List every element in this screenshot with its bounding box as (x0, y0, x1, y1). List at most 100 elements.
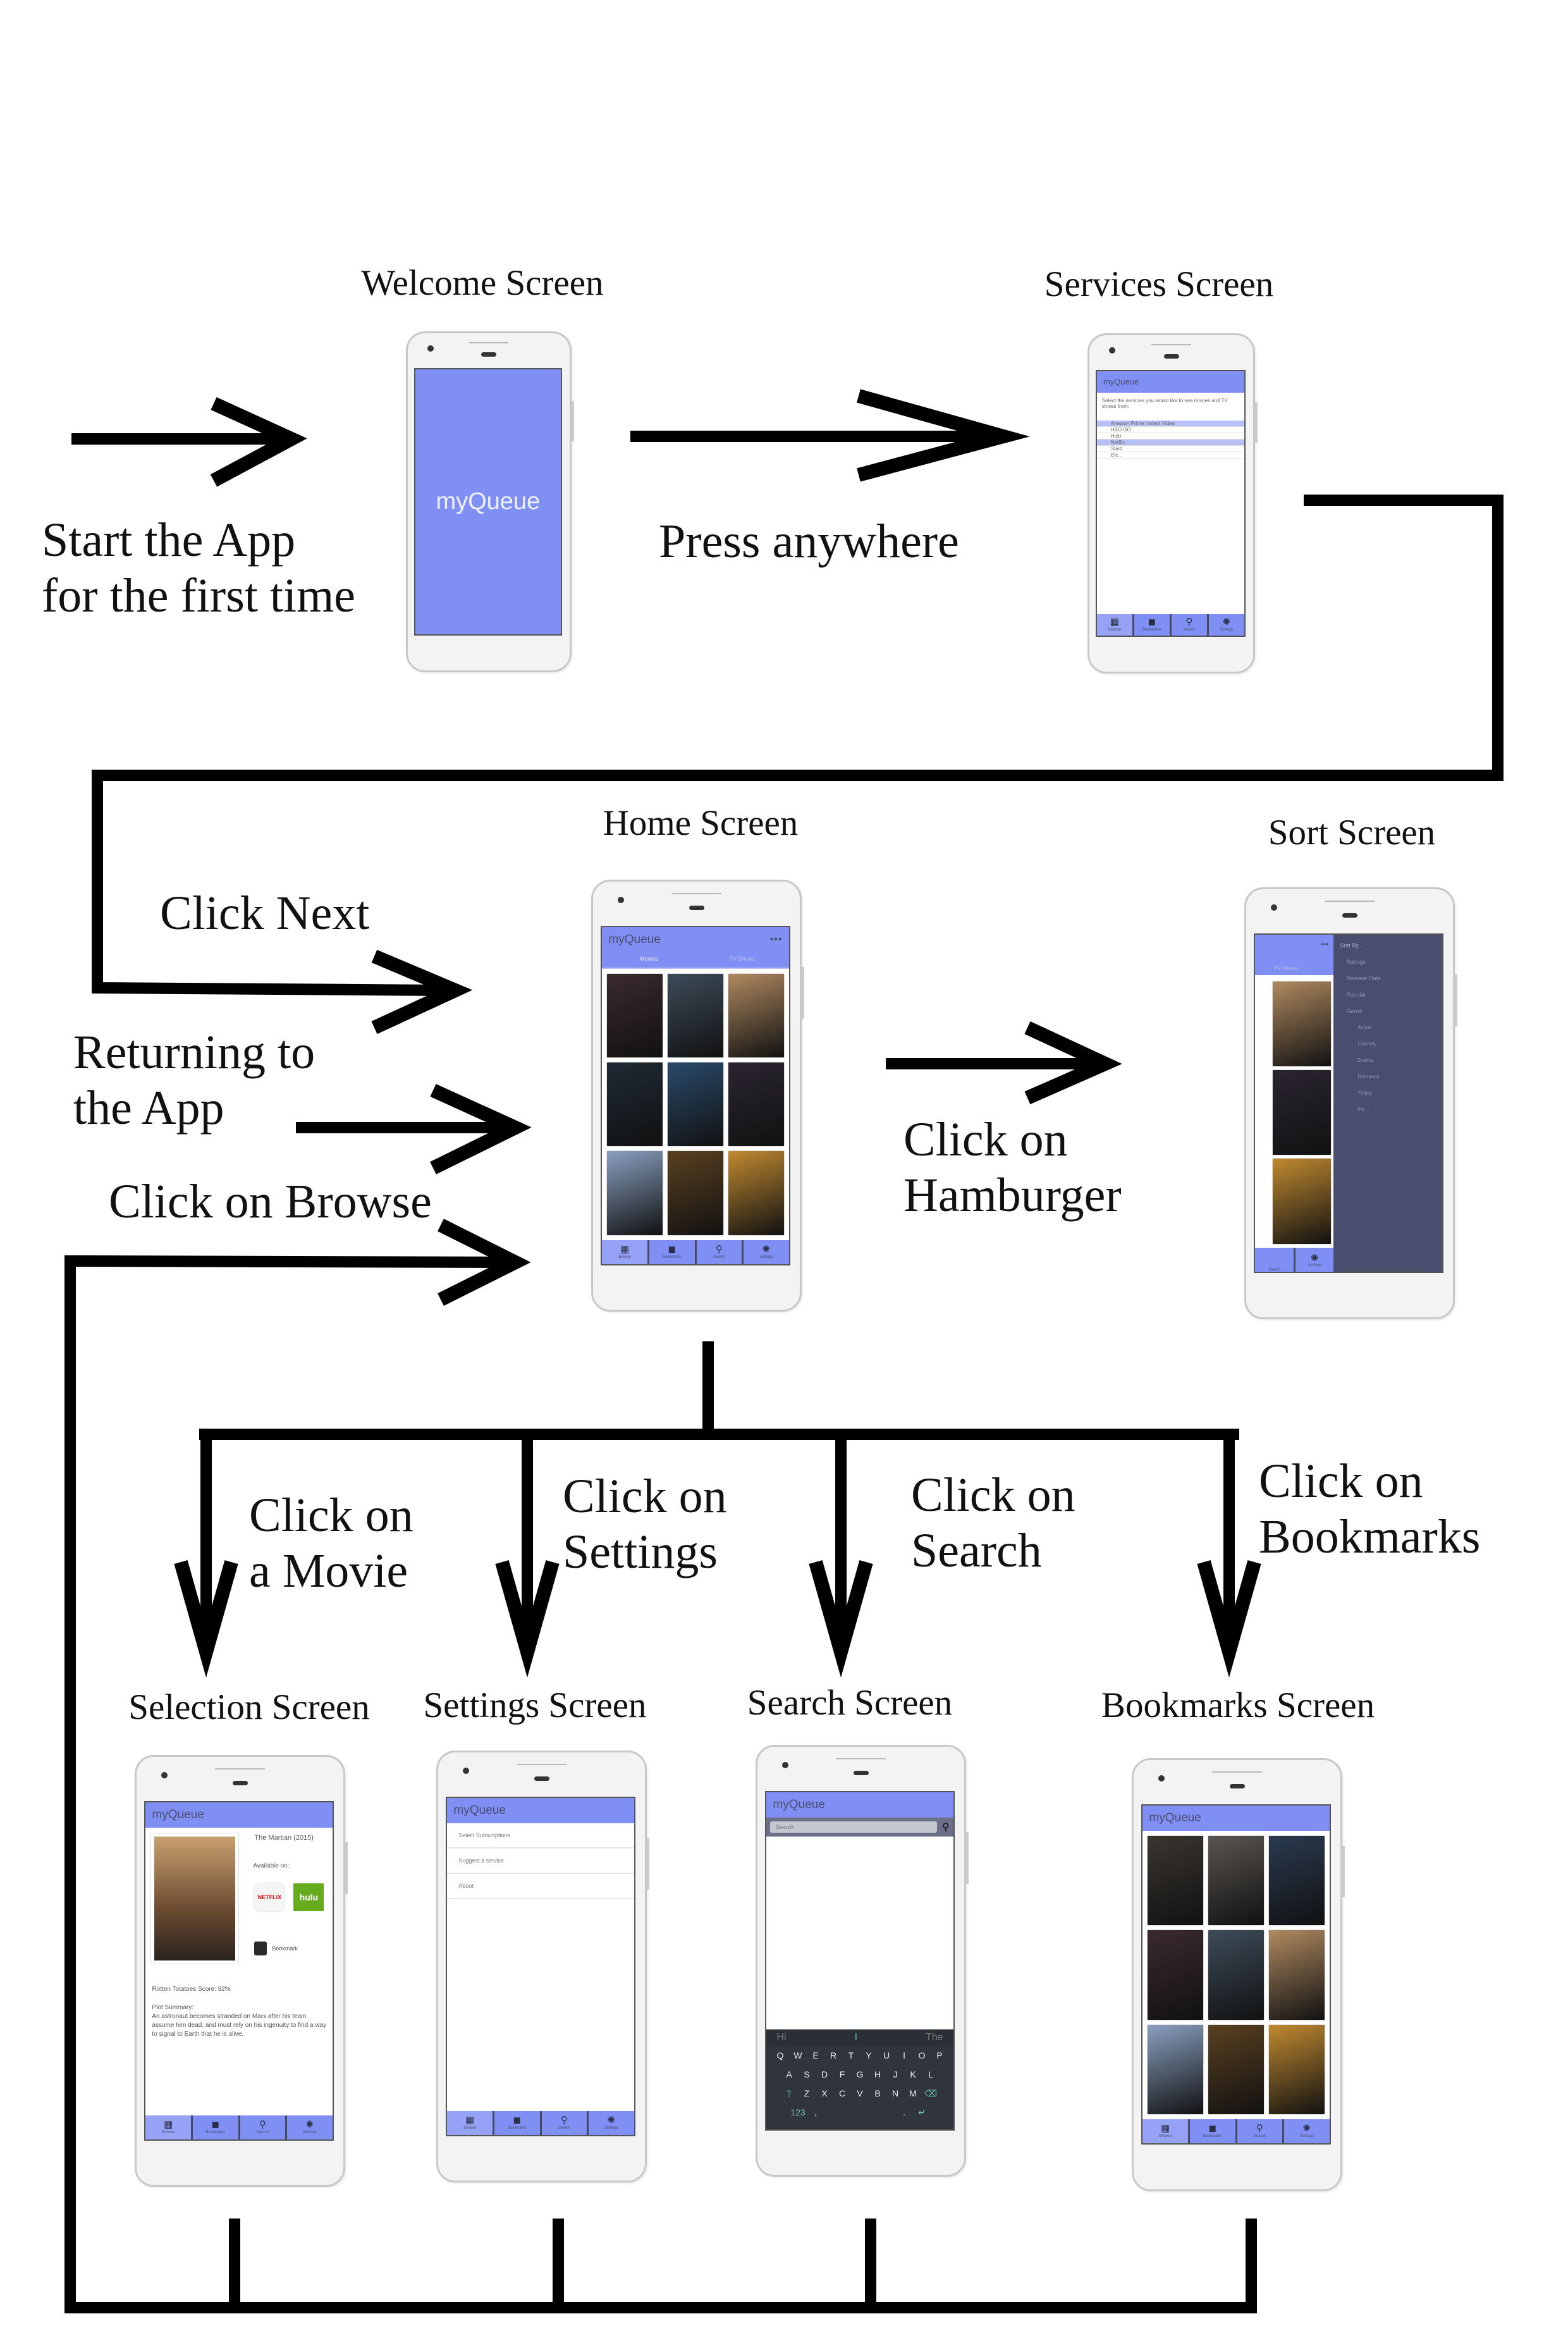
nav-bookmarks[interactable]: ◼ Bookmarks (492, 2110, 540, 2135)
hamburger-menu-icon[interactable]: ••• (770, 927, 783, 952)
nav-bookmarks[interactable]: ◼ Bookmarks (190, 2115, 238, 2139)
movie-poster[interactable] (607, 973, 663, 1057)
nav-browse[interactable]: ▦ Browse (447, 2110, 493, 2135)
key[interactable]: B (869, 2084, 886, 2103)
movie-poster[interactable] (728, 973, 784, 1057)
nav-bookmarks[interactable]: ◼ Bookmarks (647, 1240, 695, 1264)
bookmark-button[interactable]: Bookmark (254, 1941, 298, 1955)
key[interactable]: Q (772, 2046, 788, 2065)
sort-option[interactable]: Popular (1340, 987, 1442, 1003)
key[interactable]: C (834, 2084, 850, 2103)
key[interactable]: F (834, 2065, 850, 2084)
key[interactable]: L (922, 2065, 939, 2084)
movie-poster[interactable] (1268, 1930, 1325, 2020)
tab-tv-shows[interactable]: TV Shows (695, 952, 789, 968)
nav-bookmarks[interactable]: ◼ Bookmarks (1187, 2119, 1235, 2144)
sort-option[interactable]: Genre (1340, 1003, 1442, 1019)
service-option[interactable]: Netflix (1096, 439, 1244, 446)
key[interactable]: R (825, 2046, 842, 2065)
movie-poster[interactable] (1268, 1835, 1325, 1926)
key[interactable] (825, 2103, 842, 2122)
key[interactable]: Y (861, 2046, 877, 2065)
sort-option[interactable]: Ratings (1340, 954, 1442, 970)
movie-poster[interactable] (1273, 1070, 1332, 1155)
genre-option[interactable]: Romance (1340, 1069, 1442, 1085)
genre-option[interactable]: Drama (1340, 1052, 1442, 1069)
movie-poster[interactable] (1208, 2024, 1264, 2115)
key[interactable]: A (781, 2065, 797, 2084)
service-option[interactable]: Hulu (1096, 433, 1244, 440)
nav-search[interactable]: ⚲ Search (1235, 2119, 1283, 2144)
movie-poster[interactable] (1273, 1159, 1332, 1244)
nav-browse[interactable]: ▦ Browse (1096, 613, 1132, 636)
key[interactable]: W (790, 2046, 806, 2065)
hamburger-menu-icon[interactable]: ••• (1321, 940, 1329, 949)
key[interactable] (861, 2103, 877, 2122)
nav-search[interactable]: ⚲ Search (694, 1240, 742, 1264)
genre-option[interactable]: Thiller (1340, 1085, 1442, 1102)
key[interactable]: P (931, 2046, 948, 2065)
service-option[interactable]: Amazon Prime Instant Video (1096, 420, 1244, 427)
settings-item-about[interactable]: About (447, 1874, 634, 1899)
key[interactable]: O (914, 2046, 930, 2065)
movie-poster[interactable] (607, 1062, 663, 1147)
movie-poster[interactable] (668, 1151, 723, 1235)
sort-option[interactable]: Release Date (1340, 970, 1442, 987)
key[interactable]: E (807, 2046, 824, 2065)
key[interactable]: 123 (790, 2103, 806, 2122)
nav-settings[interactable]: ✺ Settings (742, 1240, 789, 1264)
key[interactable]: T (843, 2046, 859, 2065)
nav-browse[interactable]: ▦ Browse (145, 2115, 191, 2139)
key[interactable] (843, 2103, 859, 2122)
suggestion[interactable]: The (926, 2029, 943, 2046)
key[interactable]: G (852, 2065, 868, 2084)
nav-search[interactable]: ⚲ Search (1169, 613, 1207, 636)
key[interactable] (878, 2103, 895, 2122)
settings-item-suggest-service[interactable]: Suggest a service (447, 1849, 634, 1874)
movie-poster[interactable] (607, 1151, 663, 1235)
movie-poster[interactable] (1148, 2024, 1204, 2115)
movie-poster[interactable] (1208, 1930, 1264, 2020)
movie-poster[interactable] (668, 973, 723, 1057)
movie-poster[interactable] (1208, 1835, 1264, 1926)
key[interactable]: M (905, 2084, 921, 2103)
suggestion[interactable]: I (855, 2029, 857, 2046)
nav-search[interactable]: ⚲ Search (238, 2115, 286, 2139)
nav-settings[interactable]: ✺ Settings (1295, 1248, 1334, 1272)
key[interactable]: X (816, 2084, 833, 2103)
nav-settings[interactable]: ✺ Settings (1282, 2119, 1330, 2144)
movie-poster[interactable] (1268, 2024, 1325, 2115)
key[interactable]: ↵ (914, 2103, 930, 2122)
service-option[interactable]: HBO GO (1096, 427, 1244, 433)
movie-poster[interactable] (728, 1062, 784, 1147)
settings-item-select-subscriptions[interactable]: Select Subscriptions (447, 1823, 634, 1849)
netflix-badge[interactable]: NETFLIX (254, 1883, 285, 1911)
nav-browse[interactable]: ▦ Browse (1142, 2119, 1188, 2144)
tab-tv-shows[interactable]: TV Shows (1274, 966, 1297, 971)
key[interactable]: D (816, 2065, 833, 2084)
suggestion[interactable]: Hi (776, 2029, 786, 2046)
key[interactable]: J (887, 2065, 903, 2084)
genre-option[interactable]: Etc... (1340, 1102, 1442, 1118)
key[interactable]: K (905, 2065, 921, 2084)
key[interactable]: S (799, 2065, 815, 2084)
key[interactable]: V (852, 2084, 868, 2103)
key[interactable]: I (896, 2046, 912, 2065)
nav-search[interactable]: Search (1255, 1247, 1295, 1272)
key[interactable]: , (807, 2103, 824, 2122)
key[interactable]: . (896, 2103, 912, 2122)
movie-poster[interactable] (668, 1062, 723, 1147)
movie-poster[interactable] (1148, 1930, 1204, 2020)
hulu-badge[interactable]: hulu (293, 1883, 324, 1911)
key[interactable]: ⇧ (781, 2084, 797, 2103)
service-option[interactable]: Etc... (1096, 452, 1244, 459)
movie-poster[interactable] (1273, 981, 1332, 1066)
nav-search[interactable]: ⚲ Search (539, 2110, 587, 2135)
search-input[interactable] (770, 1821, 937, 1833)
nav-bookmarks[interactable]: ◼ Bookmarks (1132, 613, 1170, 636)
tab-movies[interactable]: Movies (602, 952, 695, 968)
nav-settings[interactable]: ✺ Settings (1206, 613, 1244, 636)
key[interactable]: H (869, 2065, 886, 2084)
movie-poster[interactable] (1148, 1835, 1204, 1926)
nav-browse[interactable]: ▦ Browse (602, 1240, 647, 1264)
